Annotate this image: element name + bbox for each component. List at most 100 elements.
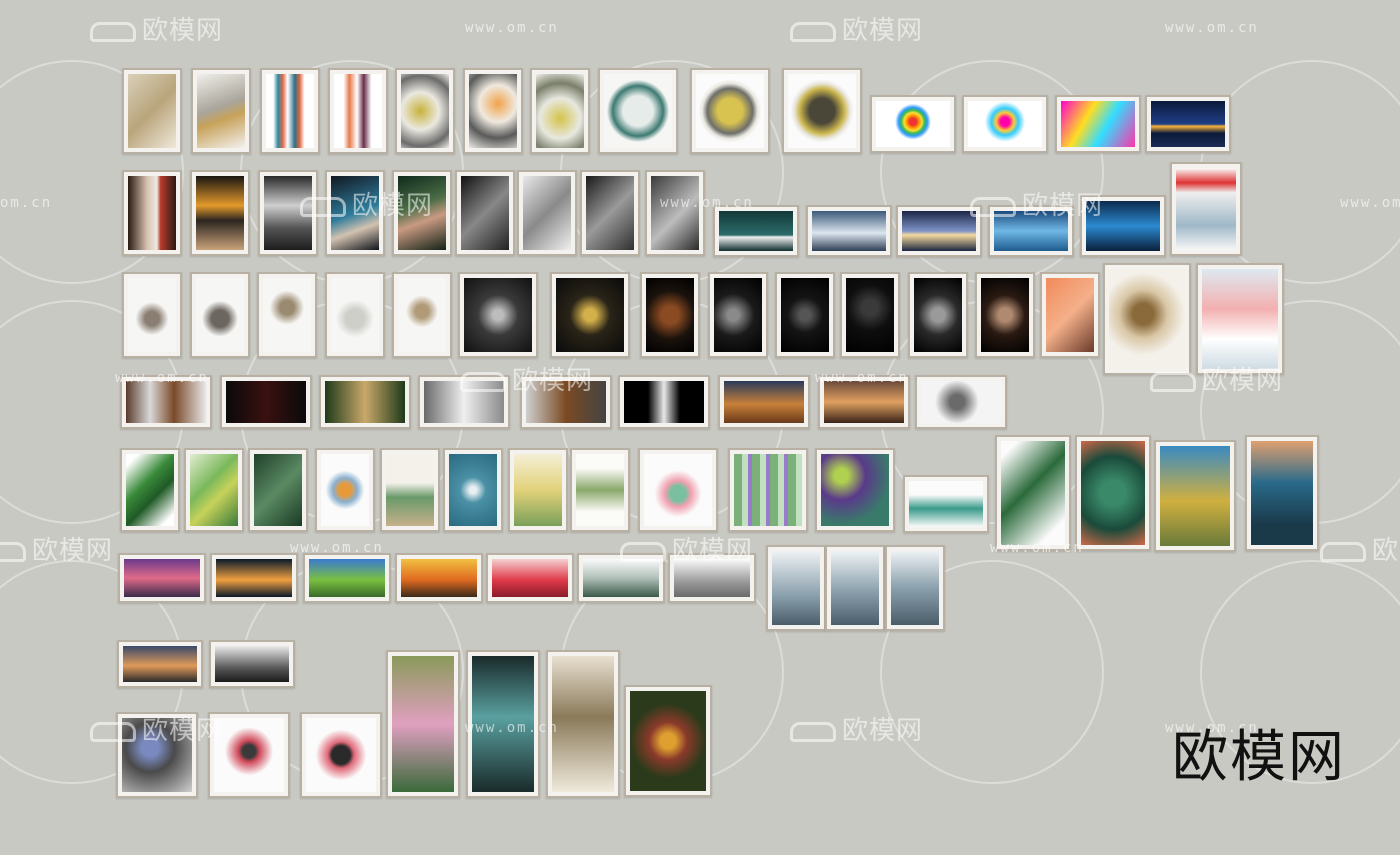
artwork-frame[interactable] [840, 272, 900, 358]
artwork-frame[interactable] [908, 272, 968, 358]
artwork-frame[interactable] [260, 68, 320, 154]
artwork-frame[interactable] [1075, 435, 1151, 551]
artwork-frame[interactable] [580, 170, 640, 256]
artwork-frame[interactable] [190, 170, 250, 256]
artwork-frame[interactable] [300, 712, 382, 798]
artwork-frame[interactable] [1145, 95, 1231, 153]
watermark-text: 欧模网 [142, 716, 224, 746]
artwork-frame[interactable] [624, 685, 712, 797]
artwork-image [128, 176, 176, 250]
artwork-frame[interactable] [766, 545, 826, 631]
artwork-image [196, 278, 244, 352]
artwork-frame[interactable] [728, 448, 808, 532]
artwork-frame[interactable] [550, 272, 630, 358]
artwork-frame[interactable] [640, 272, 700, 358]
artwork-frame[interactable] [1154, 440, 1236, 552]
artwork-frame[interactable] [392, 272, 452, 358]
artwork-frame[interactable] [463, 68, 523, 154]
artwork-frame[interactable] [122, 68, 182, 154]
artwork-frame[interactable] [118, 553, 206, 603]
artwork-frame[interactable] [825, 545, 885, 631]
artwork-image [309, 559, 385, 597]
artwork-image [651, 176, 699, 250]
artwork-frame[interactable] [443, 448, 503, 532]
brand-logo-text: 欧模网 [1172, 725, 1346, 790]
artwork-frame[interactable] [386, 650, 460, 798]
artwork-frame[interactable] [885, 545, 945, 631]
artwork-frame[interactable] [530, 68, 590, 154]
artwork-frame[interactable] [220, 375, 312, 429]
artwork-image [331, 278, 379, 352]
watermark-sofa-icon [90, 21, 136, 42]
artwork-frame[interactable] [713, 205, 799, 257]
artwork-frame[interactable] [638, 448, 718, 532]
artwork-frame[interactable] [645, 170, 705, 256]
artwork-frame[interactable] [328, 68, 388, 154]
artwork-frame[interactable] [718, 375, 810, 429]
artwork-frame[interactable] [995, 435, 1071, 551]
watermark: 欧模网 [1150, 360, 1283, 397]
artwork-frame[interactable] [319, 375, 411, 429]
artwork-frame[interactable] [508, 448, 568, 532]
artwork-frame[interactable] [455, 170, 515, 256]
artwork-frame[interactable] [395, 553, 483, 603]
artwork-frame[interactable] [782, 68, 862, 154]
artwork-frame[interactable] [191, 68, 251, 154]
artwork-frame[interactable] [257, 272, 317, 358]
watermark: 欧模网 [790, 10, 923, 47]
artwork-image [624, 381, 704, 423]
artwork-frame[interactable] [690, 68, 770, 154]
artwork-frame[interactable] [380, 448, 440, 532]
artwork-frame[interactable] [325, 272, 385, 358]
artwork-frame[interactable] [806, 205, 892, 257]
watermark: 欧模网 [90, 710, 223, 747]
artwork-image [128, 278, 176, 352]
artwork-frame[interactable] [815, 448, 895, 532]
artwork-frame[interactable] [395, 68, 455, 154]
artwork-image [123, 646, 197, 682]
artwork-frame[interactable] [708, 272, 768, 358]
watermark-url: www.om.cn [660, 195, 754, 211]
artwork-frame[interactable] [209, 640, 295, 688]
artwork-frame[interactable] [903, 475, 989, 533]
watermark: 欧模网 [970, 185, 1103, 222]
artwork-frame[interactable] [458, 272, 538, 358]
artwork-frame[interactable] [117, 640, 203, 688]
artwork-frame[interactable] [1055, 95, 1141, 153]
artwork-frame[interactable] [618, 375, 710, 429]
artwork-image [492, 559, 568, 597]
artwork-image [824, 381, 904, 423]
artwork-frame[interactable] [184, 448, 244, 532]
watermark-sofa-icon [1320, 541, 1366, 562]
artwork-frame[interactable] [303, 553, 391, 603]
artwork-frame[interactable] [1170, 162, 1242, 256]
artwork-frame[interactable] [1040, 272, 1100, 358]
artwork-frame[interactable] [1196, 263, 1284, 375]
artwork-frame[interactable] [915, 375, 1007, 429]
watermark: 欧模网 [0, 530, 113, 567]
artwork-frame[interactable] [517, 170, 577, 256]
artwork-frame[interactable] [962, 95, 1048, 153]
artwork-frame[interactable] [775, 272, 835, 358]
artwork-frame[interactable] [120, 448, 180, 532]
artwork-frame[interactable] [122, 170, 182, 256]
artwork-frame[interactable] [122, 272, 182, 358]
artwork-frame[interactable] [1245, 435, 1319, 551]
artwork-image [1151, 101, 1225, 147]
artwork-frame[interactable] [315, 448, 375, 532]
artwork-image [914, 278, 962, 352]
artwork-frame[interactable] [190, 272, 250, 358]
artwork-frame[interactable] [1103, 263, 1191, 375]
artwork-frame[interactable] [486, 553, 574, 603]
artwork-image [644, 454, 712, 526]
artwork-frame[interactable] [248, 448, 308, 532]
artwork-frame[interactable] [598, 68, 678, 154]
artwork-image [263, 278, 311, 352]
artwork-image [552, 656, 614, 792]
artwork-frame[interactable] [870, 95, 956, 153]
artwork-image [772, 551, 820, 625]
artwork-frame[interactable] [210, 553, 298, 603]
artwork-frame[interactable] [570, 448, 630, 532]
artwork-image [921, 381, 1001, 423]
artwork-frame[interactable] [975, 272, 1035, 358]
